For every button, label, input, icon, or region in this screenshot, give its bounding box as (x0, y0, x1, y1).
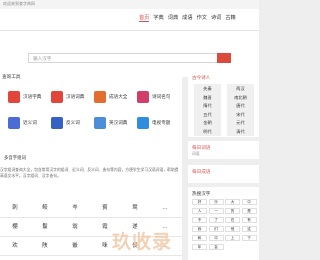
hot-tag[interactable]: 了 (208, 217, 224, 223)
nav-item-5[interactable]: 诗词 (211, 14, 221, 22)
hot-tags-card: 热搜汉字 好乐大中人一的是不了在有我们他这和中上下年会 (188, 187, 259, 260)
tool-icon (137, 117, 149, 129)
hot-tag[interactable]: 在 (225, 217, 240, 223)
char-cell[interactable]: 棚 (0, 220, 30, 234)
char-cell[interactable]: 陕 (30, 239, 60, 253)
hot-tag[interactable]: 人 (192, 208, 207, 214)
nav-item-3[interactable]: 成语 (182, 14, 192, 22)
tool-item-5[interactable]: 反义词 (51, 117, 95, 131)
tool-item-0[interactable]: 汉语字典 (8, 91, 52, 105)
char-cell[interactable]: 鸳 (120, 201, 150, 215)
hot-tag[interactable]: 乐 (208, 199, 224, 205)
tool-icon (51, 91, 63, 103)
daily-idiom-title: 每日成语 (192, 170, 211, 175)
hot-tags-title: 热搜汉字 (192, 192, 211, 197)
search-box[interactable]: 输入汉字 (28, 53, 231, 63)
tool-icon (137, 91, 149, 103)
hot-tag[interactable]: 这 (241, 226, 257, 232)
grid-divider (0, 255, 182, 256)
tool-label: 反义词 (66, 121, 80, 126)
hot-tag[interactable]: 不 (192, 217, 207, 223)
tool-icon (94, 91, 106, 103)
tool-label: 诗词名句 (152, 95, 171, 100)
nav-item-4[interactable]: 作文 (197, 14, 207, 22)
grid-divider (0, 217, 182, 218)
char-cell[interactable]: 賓 (90, 201, 120, 215)
hot-tag[interactable]: 他 (225, 226, 240, 232)
tool-label: 近义词 (23, 121, 37, 126)
study-title: 多音字组词 (4, 156, 26, 161)
nav-item-0[interactable]: 首页 (139, 14, 150, 22)
daily-idiom-card: 每日成语 (188, 165, 259, 183)
tool-icon (51, 117, 63, 129)
tool-icon (94, 117, 106, 129)
site-greeting: 欢迎来到查字典网 (3, 1, 35, 6)
header: 首页 字典 词典 成语 作文 诗词 古籍 (0, 9, 259, 31)
daily-word-card: 每日词语 词语 (188, 141, 259, 159)
tools-title: 查询工具 (2, 75, 21, 80)
search-input[interactable]: 输入汉字 (33, 56, 51, 62)
hot-tag[interactable]: 会 (208, 244, 224, 250)
tool-item-2[interactable]: 成语大全 (94, 91, 138, 105)
tool-item-7[interactable]: 电视专题 (137, 117, 181, 131)
char-cell[interactable]: 岑 (60, 201, 90, 215)
daily-word-image[interactable]: 词语 (192, 151, 200, 157)
tool-icon (8, 117, 20, 129)
hot-tag[interactable]: 的 (225, 208, 240, 214)
hot-tag[interactable]: 上 (225, 235, 240, 241)
nav-item-2[interactable]: 词典 (168, 14, 178, 22)
tool-label: 汉语词典 (66, 95, 85, 100)
poet-era-link[interactable]: 清代 (227, 126, 254, 136)
char-cell[interactable]: 鲛 (30, 201, 60, 215)
char-cell[interactable]: … (150, 201, 180, 215)
char-cell[interactable]: 翁 (60, 220, 90, 234)
hot-tag[interactable]: 中 (241, 199, 257, 205)
nav-item-6[interactable]: 古籍 (225, 14, 235, 22)
hot-tag[interactable]: 一 (208, 208, 224, 214)
hot-tag[interactable]: 大 (225, 199, 240, 205)
tool-item-3[interactable]: 诗词名句 (137, 91, 181, 105)
tool-item-6[interactable]: 英汉词典 (94, 117, 138, 131)
hot-tag[interactable]: 年 (192, 244, 207, 250)
study-text: 汉字组词查询大全，包含常用汉字的组词、近义词、反义词、造句等内容，方便学生学习汉… (0, 167, 179, 178)
tool-label: 成语大全 (109, 95, 128, 100)
hot-tag[interactable]: 有 (241, 217, 257, 223)
nav-item-1[interactable]: 字典 (153, 14, 163, 22)
char-cell[interactable]: 鬘 (30, 220, 60, 234)
search-button[interactable] (217, 53, 231, 63)
char-cell[interactable]: 刺 (0, 201, 30, 215)
top-info-bar: 欢迎来到查字典网 (0, 0, 259, 9)
hot-tag[interactable]: 和 (192, 235, 207, 241)
hot-tag[interactable]: 中 (208, 235, 224, 241)
poets-card: 古今诗人 先秦 两汉 魏晋 南北朝 隋代 唐代 五代 宋代 金朝 元代 明代 清代 (188, 71, 259, 137)
tool-icon (8, 91, 20, 103)
main-nav: 首页 字典 词典 成语 作文 诗词 古籍 (139, 14, 236, 22)
tool-label: 电视专题 (152, 121, 171, 126)
hot-tag[interactable]: 我 (192, 226, 207, 232)
study-card: 多音字组词 汉字组词查询大全，包含常用汉字的组词、近义词、反义词、造句等内容，方… (0, 151, 182, 195)
tool-item-4[interactable]: 近义词 (8, 117, 52, 131)
hot-tag[interactable]: 好 (192, 199, 207, 205)
watermark: 玖收录 (112, 231, 173, 253)
tool-label: 英汉词典 (109, 121, 128, 126)
tool-item-1[interactable]: 汉语词典 (51, 91, 95, 105)
tools-card: 查询工具 汉语字典 汉语词典 成语大全 诗词名句近义词 反义词 英汉词典 电视专题 (0, 71, 182, 151)
hot-tag[interactable]: 是 (241, 208, 257, 214)
char-cell[interactable]: 欢 (0, 239, 30, 253)
hot-tag[interactable]: 们 (208, 226, 224, 232)
char-cell[interactable]: 嵌 (60, 239, 90, 253)
poets-title: 古今诗人 (192, 76, 211, 81)
poet-era-link[interactable]: 明代 (194, 126, 221, 136)
hot-tag[interactable]: 下 (241, 235, 257, 241)
tool-label: 汉语字典 (23, 95, 42, 100)
